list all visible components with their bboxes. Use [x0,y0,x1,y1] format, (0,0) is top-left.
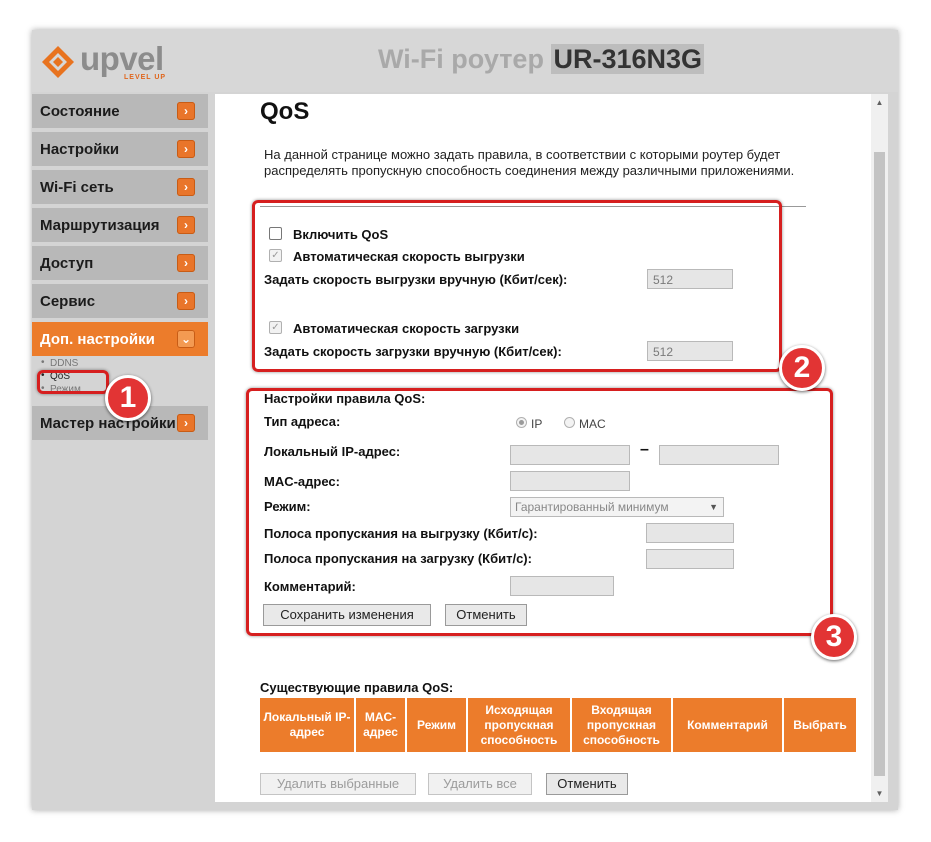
highlight-qos-menu [37,370,109,394]
existing-rules-heading: Существующие правила QoS: [260,680,454,695]
column-local-ip: Локальный IP-адрес [260,698,356,752]
chevron-right-icon: › [177,254,195,272]
logo-text: upvel [80,40,164,77]
sidebar-item-label: Сервис [40,293,96,310]
delete-all-button[interactable]: Удалить все [428,773,532,795]
sidebar-item-access[interactable]: Доступ › [32,246,208,280]
annotation-badge-1: 1 [105,375,151,421]
column-incoming: Входящая пропускная способность [572,698,673,752]
logo-tagline: LEVEL UP [124,74,167,81]
chevron-down-icon: ⌄ [177,330,195,348]
cancel-existing-button[interactable]: Отменить [546,773,628,795]
chevron-right-icon: › [177,102,195,120]
annotation-badge-3: 3 [811,614,857,660]
page-title: QoS [260,98,310,125]
scroll-up-icon[interactable]: ▲ [871,94,888,111]
sidebar-item-service[interactable]: Сервис › [32,284,208,318]
sidebar-item-label: Доступ [40,255,94,272]
page-description: На данной странице можно задать правила,… [264,147,795,178]
column-mac: MAC-адрес [356,698,407,752]
column-comment: Комментарий [673,698,784,752]
existing-rules-table: Локальный IP-адрес MAC-адрес Режим Исход… [260,698,856,752]
sidebar-item-label: Wi-Fi сеть [40,179,114,196]
highlight-qos-main [252,200,782,372]
sidebar-item-wifi[interactable]: Wi-Fi сеть › [32,170,208,204]
scrollbar[interactable]: ▲ ▼ [871,94,888,802]
scroll-down-icon[interactable]: ▼ [871,785,888,802]
sidebar-item-label: Маршрутизация [40,217,160,234]
router-model: UR-316N3G [551,44,705,74]
sidebar-item-status[interactable]: Состояние › [32,94,208,128]
header: upvel LEVEL UP Wi-Fi роутер UR-316N3G [32,30,898,92]
sidebar-item-settings[interactable]: Настройки › [32,132,208,166]
delete-selected-button[interactable]: Удалить выбранные [260,773,416,795]
router-title: Wi-Fi роутер UR-316N3G [378,44,705,75]
sidebar-item-routing[interactable]: Маршрутизация › [32,208,208,242]
submenu-item-ddns[interactable]: DDNS [41,357,78,369]
chevron-right-icon: › [177,292,195,310]
upvel-logo-icon [42,46,74,78]
chevron-right-icon: › [177,216,195,234]
column-select: Выбрать [784,698,856,752]
sidebar-item-label: Состояние [40,103,120,120]
sidebar-item-advanced[interactable]: Доп. настройки ⌄ [32,322,208,356]
sidebar-item-label: Доп. настройки [40,331,155,348]
chevron-right-icon: › [177,140,195,158]
router-title-prefix: Wi-Fi роутер [378,44,544,74]
highlight-qos-rule [246,388,833,636]
chevron-right-icon: › [177,178,195,196]
chevron-right-icon: › [177,414,195,432]
sidebar-item-label: Мастер настройки [40,415,176,432]
annotation-badge-2: 2 [779,345,825,391]
column-mode: Режим [407,698,468,752]
sidebar-item-label: Настройки [40,141,120,158]
column-outgoing: Исходящая пропускная способность [468,698,572,752]
scrollbar-thumb[interactable] [874,152,885,776]
upvel-logo: upvel LEVEL UP [40,40,190,82]
